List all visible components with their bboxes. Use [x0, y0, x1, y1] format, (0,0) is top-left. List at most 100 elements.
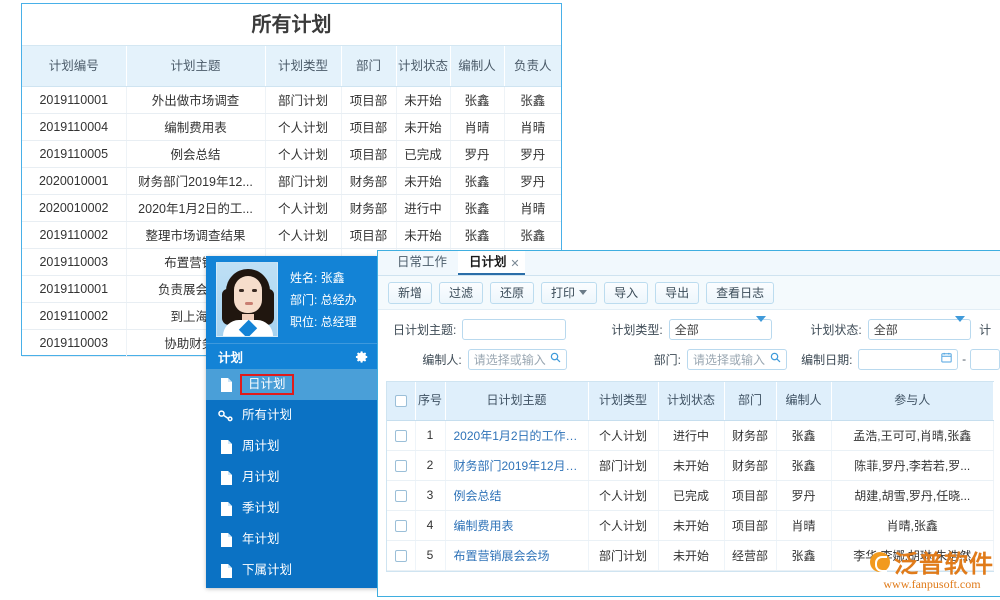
tab-daily-plan[interactable]: 日计划 ✕	[458, 250, 525, 275]
select-all-checkbox-cell[interactable]	[387, 382, 415, 420]
col-daily-subject[interactable]: 日计划主题	[445, 382, 588, 420]
checkbox-icon[interactable]	[395, 550, 407, 562]
table-row[interactable]: 2019110002整理市场调查结果个人计划项目部未开始张鑫张鑫	[22, 221, 561, 248]
col-plan-subject[interactable]: 计划主题	[126, 46, 265, 86]
cell-subject: 例会总结	[126, 140, 265, 167]
add-button[interactable]: 新增	[388, 282, 432, 304]
col-dept[interactable]: 部门	[341, 46, 396, 86]
checkbox-icon[interactable]	[395, 460, 407, 472]
row-checkbox-cell[interactable]	[387, 540, 415, 570]
input-placeholder: 请选择或输入	[693, 351, 765, 368]
cell-owner: 张鑫	[504, 221, 561, 248]
table-row[interactable]: 2019110005例会总结个人计划项目部已完成罗丹罗丹	[22, 140, 561, 167]
cell-dept: 财务部	[724, 450, 776, 480]
avatar	[216, 262, 278, 337]
profile-title: 职位: 总经理	[290, 311, 357, 333]
daily-plan-subject-input[interactable]	[462, 319, 565, 340]
col-plan-status[interactable]: 计划状态	[658, 382, 724, 420]
checkbox-icon[interactable]	[395, 395, 407, 407]
table-row[interactable]: 2 财务部门2019年12月的... 部门计划 未开始 财务部 张鑫 陈菲,罗丹…	[387, 450, 994, 480]
author-date-input[interactable]	[858, 349, 958, 370]
plan-status-select[interactable]: 全部	[868, 319, 971, 340]
import-button[interactable]: 导入	[604, 282, 648, 304]
gear-icon[interactable]	[355, 350, 369, 364]
table-row[interactable]: 1 2020年1月2日的工作日... 个人计划 进行中 财务部 张鑫 孟浩,王可…	[387, 420, 994, 450]
cell-subject: 整理市场调查结果	[126, 221, 265, 248]
search-icon[interactable]	[550, 352, 561, 366]
cell-subject-link[interactable]: 财务部门2019年12月的...	[445, 450, 588, 480]
plan-type-select[interactable]: 全部	[669, 319, 772, 340]
select-value: 全部	[874, 321, 898, 338]
tab-daily-work[interactable]: 日常工作	[386, 250, 458, 275]
print-button[interactable]: 打印	[541, 282, 597, 304]
sidebar-item-monthly-plan[interactable]: 月计划	[206, 462, 379, 493]
col-dept[interactable]: 部门	[724, 382, 776, 420]
cell-dept: 项目部	[341, 86, 396, 113]
col-plan-type[interactable]: 计划类型	[588, 382, 658, 420]
cell-plan-no: 2019110001	[22, 86, 126, 113]
cell-dept: 财务部	[724, 420, 776, 450]
cell-plan-no: 2019110005	[22, 140, 126, 167]
cell-subject-link[interactable]: 布置营销展会会场	[445, 540, 588, 570]
checkbox-icon[interactable]	[395, 520, 407, 532]
table-row[interactable]: 2020010001财务部门2019年12...部门计划财务部未开始张鑫罗丹	[22, 167, 561, 194]
cell-author: 张鑫	[776, 540, 831, 570]
sidebar-item-weekly-plan[interactable]: 周计划	[206, 431, 379, 462]
sidebar-item-label: 年计划	[242, 533, 280, 546]
calendar-icon[interactable]	[941, 352, 952, 366]
cut-off-label: 计	[971, 321, 1000, 338]
author-search-input[interactable]: 请选择或输入	[468, 349, 568, 370]
cell-participants: 胡建,胡雪,罗丹,任晓...	[831, 480, 994, 510]
user-profile-card: 姓名: 张鑫 部门: 总经办 职位: 总经理	[206, 256, 379, 343]
cell-subject-link[interactable]: 2020年1月2日的工作日...	[445, 420, 588, 450]
col-plan-status[interactable]: 计划状态	[396, 46, 450, 86]
checkbox-icon[interactable]	[395, 490, 407, 502]
cell-type: 部门计划	[588, 450, 658, 480]
cell-participants: 孟浩,王可可,肖晴,张鑫	[831, 420, 994, 450]
table-row[interactable]: 4 编制费用表 个人计划 未开始 项目部 肖晴 肖晴,张鑫	[387, 510, 994, 540]
author-date-end-input[interactable]	[970, 349, 1000, 370]
daily-plan-panel: 日常工作 日计划 ✕ 新增 过滤 还原 打印 导入 导出 查看日志 日计划主题:…	[377, 250, 1000, 597]
col-author[interactable]: 编制人	[450, 46, 504, 86]
cell-author: 肖晴	[450, 113, 504, 140]
tab-bar: 日常工作 日计划 ✕	[378, 251, 1000, 276]
row-checkbox-cell[interactable]	[387, 510, 415, 540]
dept-search-input[interactable]: 请选择或输入	[687, 349, 787, 370]
row-checkbox-cell[interactable]	[387, 480, 415, 510]
search-icon[interactable]	[770, 352, 781, 366]
sidebar-item-label: 日计划	[240, 374, 294, 396]
cell-author: 张鑫	[450, 86, 504, 113]
sidebar-item-daily-plan[interactable]: 日计划	[206, 369, 379, 400]
sidebar-item-all-plans[interactable]: 所有计划	[206, 400, 379, 431]
profile-name: 姓名: 张鑫	[290, 267, 357, 289]
filter-button[interactable]: 过滤	[439, 282, 483, 304]
export-button[interactable]: 导出	[655, 282, 699, 304]
table-row[interactable]: 20200100022020年1月2日的工...个人计划财务部进行中张鑫肖晴	[22, 194, 561, 221]
table-row[interactable]: 2019110001外出做市场调查部门计划项目部未开始张鑫张鑫	[22, 86, 561, 113]
sidebar-item-subordinate-plan[interactable]: 下属计划	[206, 555, 379, 586]
table-row[interactable]: 5 布置营销展会会场 部门计划 未开始 经营部 张鑫 李华,李娜,胡琳,朱浩然	[387, 540, 994, 570]
cell-subject-link[interactable]: 编制费用表	[445, 510, 588, 540]
cell-subject-link[interactable]: 例会总结	[445, 480, 588, 510]
restore-button[interactable]: 还原	[490, 282, 534, 304]
col-author[interactable]: 编制人	[776, 382, 831, 420]
table-row[interactable]: 2019110004编制费用表个人计划项目部未开始肖晴肖晴	[22, 113, 561, 140]
cell-status: 进行中	[396, 194, 450, 221]
col-plan-type[interactable]: 计划类型	[265, 46, 341, 86]
row-checkbox-cell[interactable]	[387, 450, 415, 480]
table-row[interactable]: 3 例会总结 个人计划 已完成 项目部 罗丹 胡建,胡雪,罗丹,任晓...	[387, 480, 994, 510]
sidebar-item-yearly-plan[interactable]: 年计划	[206, 524, 379, 555]
col-participants[interactable]: 参与人	[831, 382, 994, 420]
close-icon[interactable]: ✕	[510, 252, 519, 276]
col-index[interactable]: 序号	[415, 382, 445, 420]
sidebar-item-quarterly-plan[interactable]: 季计划	[206, 493, 379, 524]
col-owner[interactable]: 负责人	[504, 46, 561, 86]
view-log-button[interactable]: 查看日志	[706, 282, 774, 304]
cell-type: 个人计划	[265, 194, 341, 221]
checkbox-icon[interactable]	[395, 430, 407, 442]
col-plan-no[interactable]: 计划编号	[22, 46, 126, 86]
daily-plan-table: 序号 日计划主题 计划类型 计划状态 部门 编制人 参与人 1 2020年1月2…	[387, 382, 994, 571]
cell-plan-no: 2019110003	[22, 248, 126, 275]
row-checkbox-cell[interactable]	[387, 420, 415, 450]
cell-owner: 罗丹	[504, 167, 561, 194]
